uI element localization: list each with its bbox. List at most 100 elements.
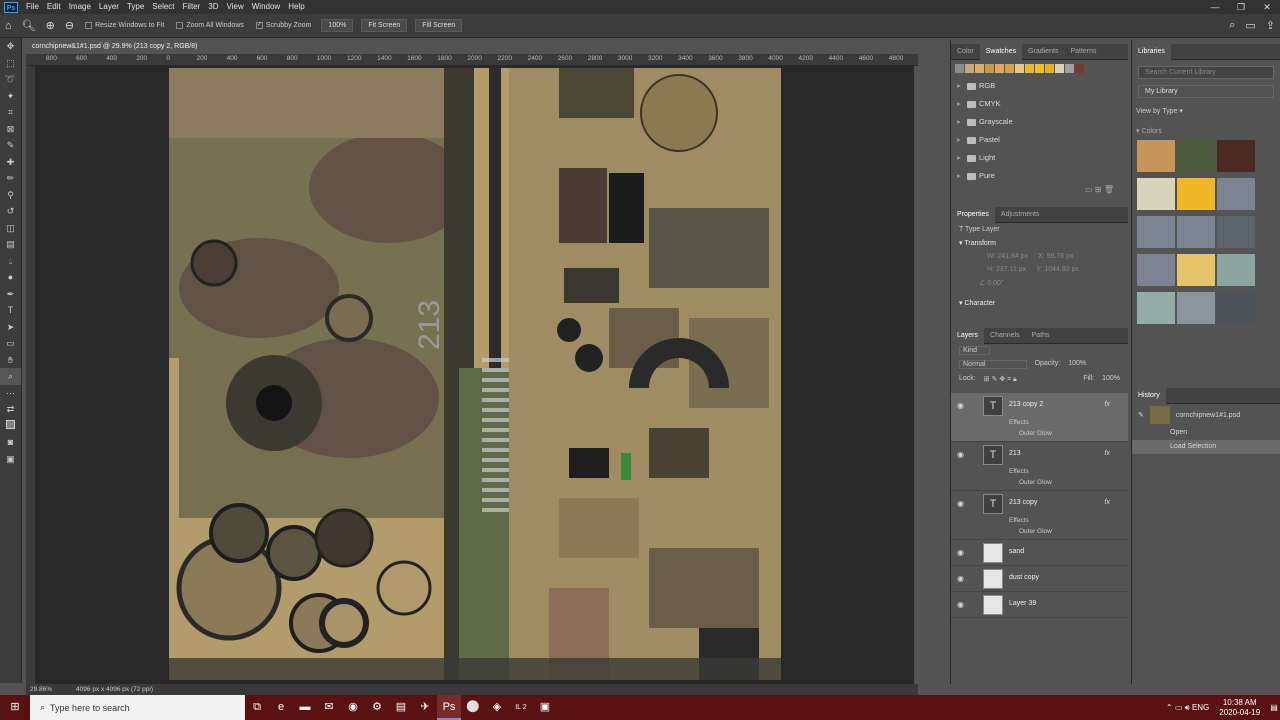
swatch[interactable] <box>1075 64 1084 73</box>
menu-layer[interactable]: Layer <box>95 0 123 14</box>
folder-rgb[interactable]: RGB <box>951 77 1128 95</box>
tab-adjustments[interactable]: Adjustments <box>995 207 1046 223</box>
file-explorer-icon[interactable]: ▬ <box>293 695 317 720</box>
clock[interactable]: 10:38 AM 2020-04-19 <box>1219 698 1260 718</box>
eyedropper-icon[interactable]: ✎ <box>0 137 21 154</box>
library-color-swatch[interactable] <box>1137 254 1175 286</box>
layer-row[interactable]: ◉ Layer 39 <box>951 592 1128 618</box>
brush-tool-icon[interactable]: ✏ <box>0 170 21 187</box>
il2-icon[interactable]: IL 2 <box>509 695 533 720</box>
menu-type[interactable]: Type <box>123 0 148 14</box>
more-tools-icon[interactable]: ··· <box>0 385 21 402</box>
library-color-swatch[interactable] <box>1177 140 1215 172</box>
menu-edit[interactable]: Edit <box>43 0 65 14</box>
effects-fx-icon[interactable]: fx <box>1105 401 1110 408</box>
chrome-icon[interactable]: ◉ <box>341 695 365 720</box>
zoom-level[interactable]: 29.86% <box>30 684 52 695</box>
layer-name[interactable]: Layer 39 <box>1009 600 1036 607</box>
layer-name[interactable]: 213 copy 2 <box>1009 401 1043 408</box>
library-color-swatch[interactable] <box>1137 216 1175 248</box>
visibility-eye-icon[interactable]: ◉ <box>957 548 964 557</box>
texture-image[interactable]: 213 <box>169 68 781 680</box>
library-color-swatch[interactable] <box>1217 254 1255 286</box>
pen-tool-icon[interactable]: ✒ <box>0 286 21 303</box>
crop-tool-icon[interactable]: ⌗ <box>0 104 21 121</box>
folder-pastel[interactable]: Pastel <box>951 131 1128 149</box>
zoom-all-checkbox[interactable]: Zoom All Windows <box>176 22 244 29</box>
mail-icon[interactable]: ✉ <box>317 695 341 720</box>
search-icon[interactable]: ⌕ <box>1229 19 1235 32</box>
move-tool-icon[interactable]: ✥ <box>0 38 21 55</box>
library-color-swatch[interactable] <box>1137 292 1175 324</box>
document-size[interactable]: 4096 px x 4096 px (72 ppi) <box>76 684 153 695</box>
scrubby-zoom-checkbox[interactable]: ✓ Scrubby Zoom <box>255 22 311 29</box>
network-icon[interactable]: ▭ <box>1175 703 1183 712</box>
swatch[interactable] <box>1035 64 1044 73</box>
type-tool-icon[interactable]: T <box>0 302 21 319</box>
library-color-swatch[interactable] <box>1177 216 1215 248</box>
swatch[interactable] <box>1045 64 1054 73</box>
task-view-icon[interactable]: ⧉ <box>245 695 269 720</box>
visibility-eye-icon[interactable]: ◉ <box>957 401 964 410</box>
blur-tool-icon[interactable]: 💧︎ <box>0 253 21 270</box>
effects-fx-icon[interactable]: fx <box>1105 499 1110 506</box>
swatch[interactable] <box>985 64 994 73</box>
layer-name[interactable]: sand <box>1009 548 1024 555</box>
edge-icon[interactable]: e <box>269 695 293 720</box>
opacity-field[interactable]: 100% <box>1068 360 1086 369</box>
blend-mode-select[interactable]: Normal <box>959 360 1027 369</box>
minimize-icon[interactable]: — <box>1202 2 1228 13</box>
quick-mask-icon[interactable]: ◙ <box>0 434 21 451</box>
app-icon-4[interactable]: ▣ <box>533 695 557 720</box>
dodge-tool-icon[interactable]: ● <box>0 269 21 286</box>
history-brush-icon[interactable]: ↺ <box>0 203 21 220</box>
layer-row[interactable]: ◉ T 213 fx Effects Outer Glow <box>951 442 1128 491</box>
fit-screen-button[interactable]: Fit Screen <box>361 19 408 32</box>
lasso-tool-icon[interactable]: ➰ <box>0 71 21 88</box>
visibility-eye-icon[interactable]: ◉ <box>957 450 964 459</box>
hand-tool-icon[interactable]: ✋︎ <box>0 352 21 369</box>
library-search-input[interactable]: Search Current Library <box>1138 66 1274 79</box>
outer-glow-effect[interactable]: Outer Glow <box>1019 528 1052 535</box>
language-indicator[interactable]: ENG <box>1192 703 1209 712</box>
tab-paths[interactable]: Paths <box>1026 328 1056 344</box>
menu-help[interactable]: Help <box>284 0 308 14</box>
menu-view[interactable]: View <box>223 0 248 14</box>
swatch[interactable] <box>955 64 964 73</box>
color-swatch-icon[interactable] <box>0 418 21 435</box>
app-icon-2[interactable]: ✈ <box>413 695 437 720</box>
tab-channels[interactable]: Channels <box>984 328 1026 344</box>
app-icon-3[interactable]: ◈ <box>485 695 509 720</box>
character-section[interactable]: ▾ Character <box>951 296 1128 310</box>
windows-start-icon[interactable]: ⊞ <box>0 695 30 720</box>
tab-gradients[interactable]: Gradients <box>1022 44 1064 60</box>
zoom-tool-icon[interactable]: 🔍︎ <box>22 19 36 32</box>
restore-icon[interactable]: ❐ <box>1228 2 1254 13</box>
menu-image[interactable]: Image <box>65 0 95 14</box>
layer-row[interactable]: ◉ T 213 copy 2 fx Effects Outer Glow <box>951 393 1128 442</box>
history-snapshot[interactable]: ✎ cornchipnew1#1.psd <box>1132 404 1280 426</box>
library-color-swatch[interactable] <box>1217 178 1255 210</box>
library-color-swatch[interactable] <box>1137 140 1175 172</box>
filter-kind-select[interactable]: Kind <box>959 346 991 355</box>
photoshop-taskbar-icon[interactable]: Ps <box>437 695 461 720</box>
outer-glow-effect[interactable]: Outer Glow <box>1019 479 1052 486</box>
menu-select[interactable]: Select <box>148 0 178 14</box>
angle-field[interactable]: ∠ 0.00° <box>951 276 1128 290</box>
tray-chevron-icon[interactable]: ⌃ <box>1166 703 1173 712</box>
swatch[interactable] <box>1065 64 1074 73</box>
swatch[interactable] <box>1025 64 1034 73</box>
gradient-tool-icon[interactable]: ▤ <box>0 236 21 253</box>
library-color-swatch[interactable] <box>1177 292 1215 324</box>
swatch[interactable] <box>965 64 974 73</box>
height-field[interactable]: H: 237.11 px <box>987 266 1026 273</box>
visibility-eye-icon[interactable]: ◉ <box>957 499 964 508</box>
lock-icons[interactable]: ⊞ ✎ ✥ ⌗ 🔒︎ <box>984 375 1017 384</box>
tab-layers[interactable]: Layers <box>951 327 985 344</box>
tab-patterns[interactable]: Patterns <box>1064 44 1102 60</box>
transform-section[interactable]: ▾ Transform <box>951 236 1128 250</box>
layer-row[interactable]: ◉ dust copy <box>951 566 1128 592</box>
library-color-swatch[interactable] <box>1137 178 1175 210</box>
width-field[interactable]: W: 241.84 px <box>987 253 1028 260</box>
y-field[interactable]: Y: 1044.82 px <box>1036 266 1079 273</box>
